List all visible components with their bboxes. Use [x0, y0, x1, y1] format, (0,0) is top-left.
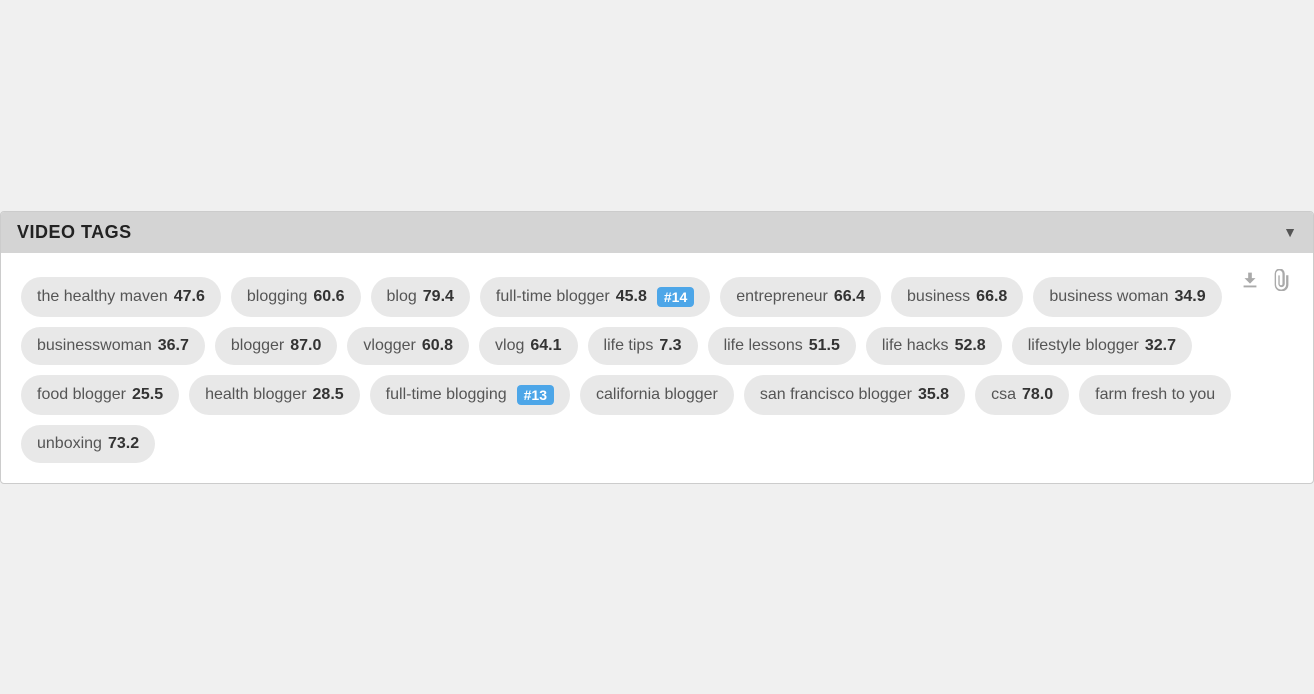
tag-california-blogger-label: california blogger	[596, 386, 718, 404]
tag-full-time-blogging-label: full-time blogging	[386, 386, 507, 404]
tag-entrepreneur-label: entrepreneur	[736, 288, 828, 306]
tag-blogger-label: blogger	[231, 337, 284, 355]
tag-blog-label: blog	[387, 288, 417, 306]
widget-body: the healthy maven 47.6 blogging 60.6 blog 79.…	[1, 253, 1313, 483]
tag-vlog-score: 64.1	[530, 337, 561, 355]
tag-blogger[interactable]: blogger 87.0	[215, 327, 338, 365]
tag-unboxing[interactable]: unboxing 73.2	[21, 425, 155, 463]
tag-full-time-blogging[interactable]: full-time blogging #13	[370, 375, 570, 415]
collapse-button[interactable]: ▼	[1283, 224, 1297, 240]
tag-businesswoman[interactable]: businesswoman 36.7	[21, 327, 205, 365]
tags-container: the healthy maven 47.6 blogging 60.6 blog 79.…	[21, 269, 1293, 463]
tag-blogger-score: 87.0	[290, 337, 321, 355]
tag-healthy-maven-score: 47.6	[174, 288, 205, 306]
tag-entrepreneur-score: 66.4	[834, 288, 865, 306]
tag-blogging[interactable]: blogging 60.6	[231, 277, 361, 317]
widget-title: VIDEO TAGS	[17, 222, 132, 243]
tag-lifestyle-blogger-label: lifestyle blogger	[1028, 337, 1139, 355]
paperclip-icon[interactable]	[1271, 269, 1293, 291]
tag-full-time-blogging-badge: #13	[517, 385, 554, 405]
tag-life-hacks-label: life hacks	[882, 337, 949, 355]
tag-life-lessons-score: 51.5	[809, 337, 840, 355]
tag-full-time-blogger[interactable]: full-time blogger 45.8 #14	[480, 277, 710, 317]
tag-unboxing-score: 73.2	[108, 435, 139, 453]
tag-health-blogger-score: 28.5	[313, 386, 344, 404]
tag-unboxing-label: unboxing	[37, 435, 102, 453]
tag-life-lessons-label: life lessons	[724, 337, 803, 355]
tag-csa-label: csa	[991, 386, 1016, 404]
tag-life-tips-score: 7.3	[659, 337, 681, 355]
tag-blogging-label: blogging	[247, 288, 308, 306]
tag-vlogger-label: vlogger	[363, 337, 415, 355]
tag-business-woman-score: 34.9	[1174, 288, 1205, 306]
tag-healthy-maven[interactable]: the healthy maven 47.6	[21, 277, 221, 317]
tag-san-francisco-blogger-label: san francisco blogger	[760, 386, 912, 404]
tag-california-blogger[interactable]: california blogger	[580, 375, 734, 415]
tag-entrepreneur[interactable]: entrepreneur 66.4	[720, 277, 881, 317]
video-tags-widget: VIDEO TAGS ▼ the healthy maven 47.6 bloggi…	[0, 211, 1314, 484]
tag-business-woman[interactable]: business woman 34.9	[1033, 277, 1221, 317]
tag-farm-fresh-label: farm fresh to you	[1095, 386, 1215, 404]
tag-full-time-blogger-score: 45.8	[616, 288, 647, 306]
download-icon[interactable]	[1239, 269, 1261, 291]
tag-blog[interactable]: blog 79.4	[371, 277, 470, 317]
tag-san-francisco-blogger[interactable]: san francisco blogger 35.8	[744, 375, 965, 415]
tag-full-time-blogger-badge: #14	[657, 287, 694, 307]
tag-business-score: 66.8	[976, 288, 1007, 306]
tag-blogging-score: 60.6	[313, 288, 344, 306]
tag-life-tips[interactable]: life tips 7.3	[588, 327, 698, 365]
tag-vlogger-score: 60.8	[422, 337, 453, 355]
tag-vlogger[interactable]: vlogger 60.8	[347, 327, 469, 365]
tag-healthy-maven-label: the healthy maven	[37, 288, 168, 306]
tag-food-blogger-label: food blogger	[37, 386, 126, 404]
tag-health-blogger-label: health blogger	[205, 386, 306, 404]
tag-lifestyle-blogger[interactable]: lifestyle blogger 32.7	[1012, 327, 1192, 365]
action-icons	[1239, 269, 1293, 291]
tag-food-blogger-score: 25.5	[132, 386, 163, 404]
tag-businesswoman-score: 36.7	[158, 337, 189, 355]
tag-business-label: business	[907, 288, 970, 306]
tag-businesswoman-label: businesswoman	[37, 337, 152, 355]
tag-life-lessons[interactable]: life lessons 51.5	[708, 327, 856, 365]
tag-business[interactable]: business 66.8	[891, 277, 1023, 317]
tag-full-time-blogger-label: full-time blogger	[496, 288, 610, 306]
tag-life-hacks[interactable]: life hacks 52.8	[866, 327, 1002, 365]
tag-lifestyle-blogger-score: 32.7	[1145, 337, 1176, 355]
tag-vlog[interactable]: vlog 64.1	[479, 327, 578, 365]
tag-blog-score: 79.4	[423, 288, 454, 306]
widget-header: VIDEO TAGS ▼	[1, 212, 1313, 253]
tag-farm-fresh[interactable]: farm fresh to you	[1079, 375, 1231, 415]
tag-health-blogger[interactable]: health blogger 28.5	[189, 375, 360, 415]
tag-business-woman-label: business woman	[1049, 288, 1168, 306]
tag-life-hacks-score: 52.8	[955, 337, 986, 355]
tag-csa[interactable]: csa 78.0	[975, 375, 1069, 415]
tag-csa-score: 78.0	[1022, 386, 1053, 404]
tag-life-tips-label: life tips	[604, 337, 654, 355]
tag-vlog-label: vlog	[495, 337, 524, 355]
tag-food-blogger[interactable]: food blogger 25.5	[21, 375, 179, 415]
tag-san-francisco-blogger-score: 35.8	[918, 386, 949, 404]
